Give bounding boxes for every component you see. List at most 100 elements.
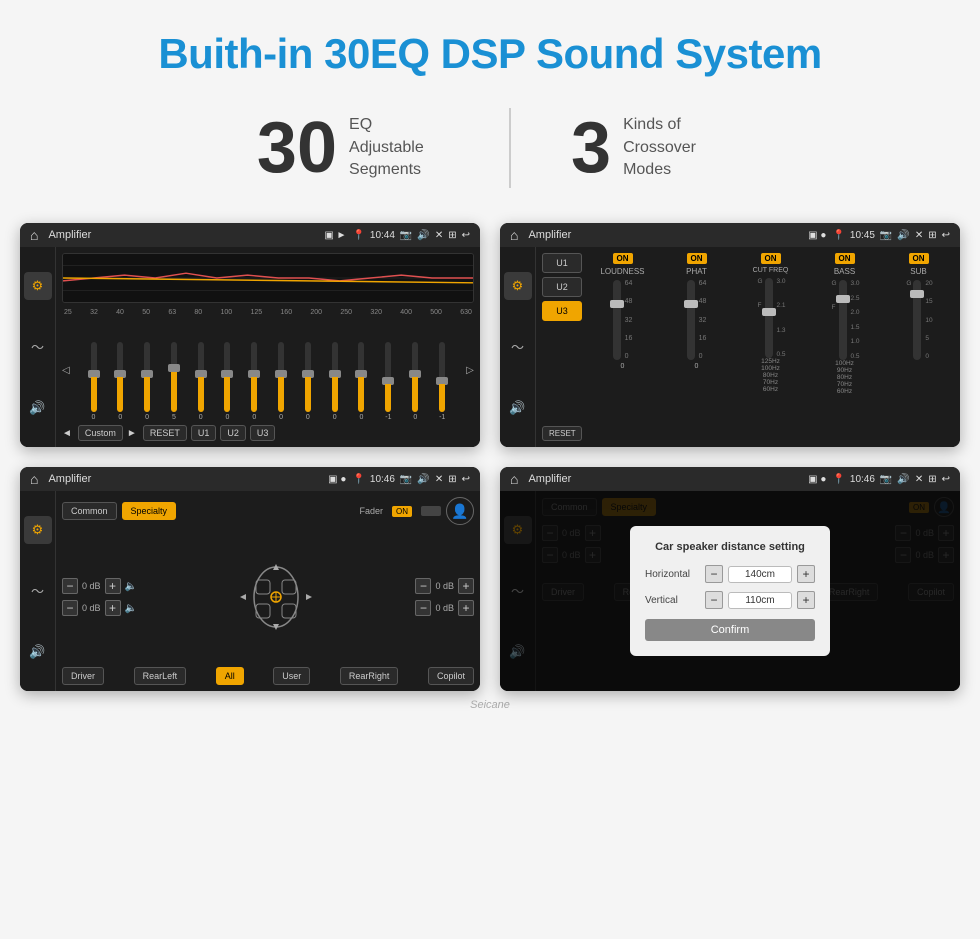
rear-left-btn[interactable]: RearLeft [134, 667, 187, 685]
distance-close-icon[interactable]: ✕ [915, 474, 923, 485]
eq-slider-13: 0 [412, 342, 418, 421]
loudness-on[interactable]: ON [613, 253, 633, 264]
crossover-window-icon[interactable]: ⊞ [928, 230, 936, 241]
specialty-back-icon[interactable]: ↩ [462, 474, 470, 485]
eq-graph [62, 253, 474, 303]
eq-reset-btn[interactable]: RESET [143, 425, 187, 441]
bass-slider[interactable] [839, 280, 847, 360]
phat-on[interactable]: ON [687, 253, 707, 264]
copilot-btn[interactable]: Copilot [428, 667, 474, 685]
bass-on[interactable]: ON [835, 253, 855, 264]
distance-back-icon[interactable]: ↩ [942, 474, 950, 485]
loudness-slider[interactable] [613, 280, 621, 360]
specialty-sidebar-vol[interactable]: 🔊 [24, 638, 52, 666]
all-btn[interactable]: All [216, 667, 244, 685]
crossover-presets: U1 U2 U3 RESET [542, 253, 582, 441]
rl-minus[interactable]: − [62, 600, 78, 616]
sub-label: SUB [910, 267, 926, 276]
fader-on[interactable]: ON [392, 506, 412, 517]
fader-slider[interactable] [421, 506, 441, 516]
crossover-sidebar-wave[interactable]: 〜 [504, 333, 532, 361]
crossover-back-icon[interactable]: ↩ [942, 230, 950, 241]
common-tab[interactable]: Common [62, 502, 117, 520]
preset-u2[interactable]: U2 [542, 277, 582, 297]
specialty-camera-icon: 📷 [400, 474, 412, 485]
crossover-number: 3 [571, 112, 611, 184]
preset-u1[interactable]: U1 [542, 253, 582, 273]
crossover-sidebar-vol[interactable]: 🔊 [504, 394, 532, 422]
location-icon: 📍 [352, 230, 364, 241]
fl-speaker-icon: 🔈 [125, 581, 137, 592]
channel-cutfreq: ON CUT FREQ GF 3.02.11.30.5 125Hz100Hz80… [735, 253, 806, 441]
sub-on[interactable]: ON [909, 253, 929, 264]
crossover-sidebar-eq[interactable]: ⚙ [504, 272, 532, 300]
vertical-minus[interactable]: − [705, 591, 723, 609]
home-icon[interactable]: ⌂ [30, 227, 38, 243]
user-btn[interactable]: User [273, 667, 310, 685]
eq-sidebar-wave[interactable]: 〜 [24, 333, 52, 361]
distance-home-icon[interactable]: ⌂ [510, 471, 518, 487]
crossover-reset[interactable]: RESET [542, 426, 582, 441]
fl-plus[interactable]: + [105, 578, 121, 594]
preset-u3[interactable]: U3 [542, 301, 582, 321]
loudness-label: LOUDNESS [600, 267, 644, 276]
crossover-close-icon[interactable]: ✕ [915, 230, 923, 241]
fl-minus[interactable]: − [62, 578, 78, 594]
horizontal-minus[interactable]: − [705, 565, 723, 583]
eq-close-icon[interactable]: ✕ [435, 230, 443, 241]
rl-plus[interactable]: + [105, 600, 121, 616]
distance-status-bar: ⌂ Amplifier ▣ ● 📍 10:46 📷 🔊 ✕ ⊞ ↩ [500, 467, 960, 491]
vertical-value: 110cm [728, 592, 792, 609]
specialty-sidebar-wave[interactable]: 〜 [24, 577, 52, 605]
phat-slider[interactable] [687, 280, 695, 360]
specialty-tab[interactable]: Specialty [122, 502, 177, 520]
distance-content: ⚙ 〜 🔊 Common Specialty ON 👤 −0 dB+ −0 dB… [500, 491, 960, 691]
cutfreq-slider[interactable] [765, 278, 773, 358]
eq-slider-2: 0 [117, 342, 123, 421]
eq-sidebar-vol[interactable]: 🔊 [24, 394, 52, 422]
crossover-home-icon[interactable]: ⌂ [510, 227, 518, 243]
specialty-volume-icon: 🔊 [417, 474, 429, 485]
page-title: Buith-in 30EQ DSP Sound System [158, 30, 821, 78]
eq-custom-btn[interactable]: Custom [78, 425, 123, 441]
fr-plus[interactable]: + [458, 578, 474, 594]
distance-window-icon[interactable]: ⊞ [928, 474, 936, 485]
rl-speaker-icon: 🔈 [125, 603, 137, 614]
eq-window-icon[interactable]: ⊞ [448, 230, 456, 241]
eq-title: Amplifier [48, 229, 318, 241]
eq-slider-14: -1 [439, 342, 445, 421]
eq-slider-8: 0 [278, 342, 284, 421]
rr-minus[interactable]: − [415, 600, 431, 616]
stats-row: 30 EQ Adjustable Segments 3 Kinds of Cro… [20, 108, 960, 188]
eq-sidebar-eq[interactable]: ⚙ [24, 272, 52, 300]
eq-slider-3: 0 [144, 342, 150, 421]
driver-btn[interactable]: Driver [62, 667, 104, 685]
specialty-sidebar-eq[interactable]: ⚙ [24, 516, 52, 544]
sub-slider[interactable] [913, 280, 921, 360]
person-icon[interactable]: 👤 [446, 497, 474, 525]
vertical-plus[interactable]: + [797, 591, 815, 609]
eq-u3-btn[interactable]: U3 [250, 425, 276, 441]
horizontal-row: Horizontal − 140cm + [645, 565, 815, 583]
eq-thumb-4[interactable] [168, 364, 180, 372]
eq-content: ⚙ 〜 🔊 [20, 247, 480, 447]
eq-u1-btn[interactable]: U1 [191, 425, 217, 441]
eq-prev-btn[interactable]: ◄ [62, 428, 72, 439]
specialty-home-icon[interactable]: ⌂ [30, 471, 38, 487]
eq-play-btn[interactable]: ► [127, 428, 137, 439]
specialty-location-icon: 📍 [352, 474, 364, 485]
eq-u2-btn[interactable]: U2 [220, 425, 246, 441]
fr-minus[interactable]: − [415, 578, 431, 594]
cutfreq-on[interactable]: ON [761, 253, 781, 264]
eq-expand-left[interactable]: ◁ [62, 365, 70, 376]
rr-plus[interactable]: + [458, 600, 474, 616]
specialty-window-icon[interactable]: ⊞ [448, 474, 456, 485]
eq-sidebar: ⚙ 〜 🔊 [20, 247, 56, 447]
eq-slider-12: -1 [385, 342, 391, 421]
confirm-button[interactable]: Confirm [645, 619, 815, 641]
specialty-close-icon[interactable]: ✕ [435, 474, 443, 485]
rear-right-btn[interactable]: RearRight [340, 667, 399, 685]
horizontal-plus[interactable]: + [797, 565, 815, 583]
eq-expand-right[interactable]: ▷ [466, 365, 474, 376]
eq-back-icon[interactable]: ↩ [462, 230, 470, 241]
